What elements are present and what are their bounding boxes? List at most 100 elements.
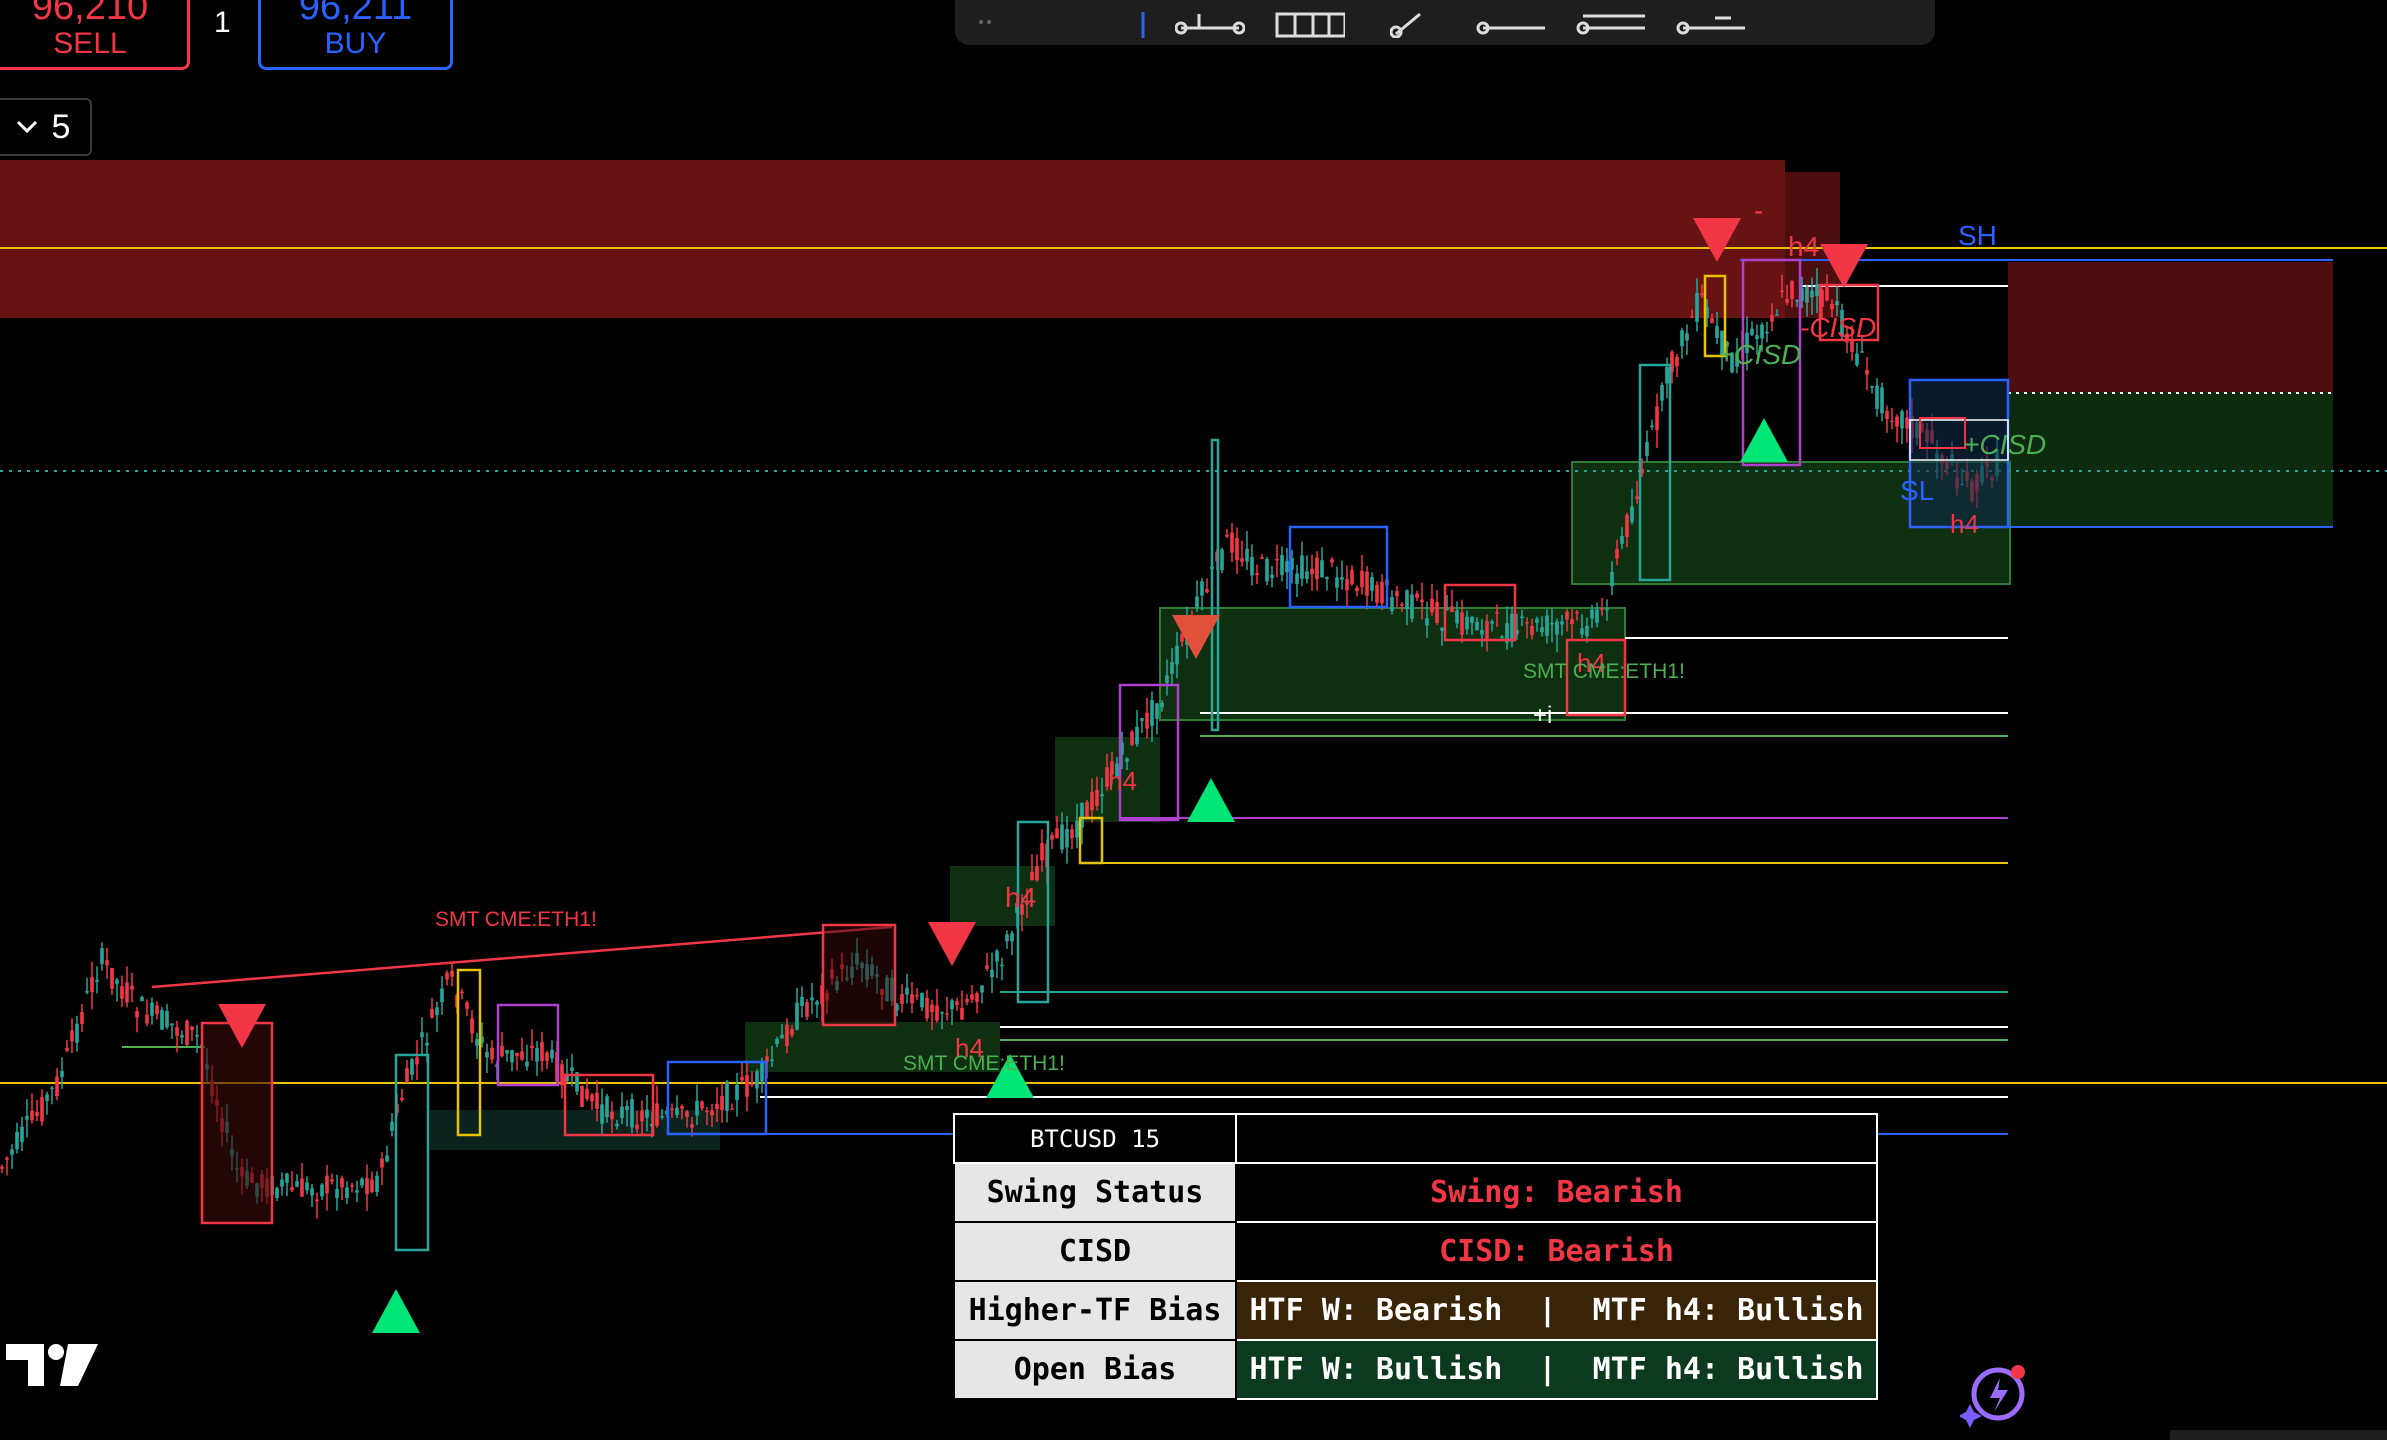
horizontal-ray-icon xyxy=(1476,21,1545,34)
candle-body xyxy=(1355,587,1359,592)
candle-body xyxy=(1050,835,1054,840)
candle-body xyxy=(1830,303,1834,310)
candle-body xyxy=(160,1010,164,1030)
candle-body xyxy=(320,1184,324,1197)
candle-body xyxy=(180,1035,184,1038)
parallel-lines-tool[interactable] xyxy=(1575,0,1645,38)
candle-body xyxy=(725,1081,729,1111)
candle-body xyxy=(1625,514,1629,537)
candle-body xyxy=(1275,558,1279,561)
candle-body xyxy=(105,960,109,966)
bars-pattern-tool[interactable] xyxy=(975,0,995,38)
candle-body xyxy=(735,1084,739,1101)
candle-body xyxy=(900,994,904,1004)
candle-body xyxy=(385,1155,389,1162)
quantity-value[interactable]: 1 xyxy=(214,6,231,40)
candle-body xyxy=(420,1032,424,1038)
buy-button[interactable]: 96,211 BUY xyxy=(258,0,453,70)
smt-label: SMT CME:ETH1! xyxy=(1523,660,1685,683)
cisd-label: +CISD xyxy=(1718,339,1801,370)
candle-body xyxy=(1220,549,1224,571)
candle-body xyxy=(175,1027,179,1036)
candle-body xyxy=(90,977,94,992)
candle-body xyxy=(1060,824,1064,850)
candle-body xyxy=(1130,731,1134,745)
candle-body xyxy=(125,982,129,1003)
bars-pattern-tool[interactable] xyxy=(1275,0,1345,38)
candle-body xyxy=(670,1108,674,1110)
candle-body xyxy=(1860,351,1864,353)
candle-body xyxy=(1195,596,1199,608)
candle-body xyxy=(530,1045,534,1049)
candle-body xyxy=(1565,611,1569,620)
sell-button[interactable]: 96,210 SELL xyxy=(0,0,190,70)
candle-body xyxy=(375,1175,379,1193)
candle-body xyxy=(1035,866,1039,881)
brush-tool[interactable] xyxy=(1375,0,1445,38)
candle-body xyxy=(1835,301,1839,306)
forecast-icon xyxy=(1676,16,1745,34)
candle-body xyxy=(1405,590,1409,610)
table-row: Higher-TF Bias HTF W: Bearish | MTF h4: … xyxy=(953,1280,1878,1341)
interval-selector[interactable]: 5 xyxy=(0,98,92,156)
candle-body xyxy=(1540,627,1544,633)
candle-body xyxy=(1135,726,1139,745)
candle-body xyxy=(1475,621,1479,631)
chevron-down-icon xyxy=(16,120,37,134)
candle-body xyxy=(1875,385,1879,409)
candle-body xyxy=(965,998,969,1003)
tradingview-logo-icon[interactable] xyxy=(6,1340,98,1390)
candle-body xyxy=(1765,331,1769,334)
candle-body xyxy=(740,1076,744,1081)
horizontal-ray-tool[interactable] xyxy=(1475,0,1545,38)
candle-body xyxy=(1895,416,1899,427)
candle-body xyxy=(1165,675,1169,683)
candle-body xyxy=(1225,534,1229,537)
candle-body xyxy=(795,1002,799,1030)
candle-body xyxy=(75,1023,79,1043)
candle-body xyxy=(1390,597,1394,611)
candle-body xyxy=(1655,406,1659,431)
interval-value: 5 xyxy=(51,107,71,146)
candle-body xyxy=(1410,594,1414,619)
candle-body xyxy=(1885,410,1889,419)
candle-body xyxy=(1580,628,1584,635)
candle-body xyxy=(580,1085,584,1107)
candle-body xyxy=(1360,570,1364,588)
candle-body xyxy=(450,970,454,977)
candle-body xyxy=(635,1124,639,1130)
candle-body xyxy=(1500,636,1504,639)
candle-body xyxy=(415,1057,419,1065)
candle-body xyxy=(475,1039,479,1046)
candle-body xyxy=(1775,314,1779,316)
row-key: Open Bias xyxy=(953,1339,1237,1400)
candle-body xyxy=(1090,792,1094,811)
drawing-toolbar xyxy=(955,0,1935,45)
candle-body xyxy=(585,1088,589,1099)
row-key: CISD xyxy=(953,1221,1237,1282)
candle-body xyxy=(1525,621,1529,624)
candle-body xyxy=(1635,496,1639,499)
candle-body xyxy=(1400,603,1404,606)
candle-body xyxy=(625,1105,629,1111)
candle-body xyxy=(705,1110,709,1113)
forecast-tool[interactable] xyxy=(1675,0,1745,38)
candle-body xyxy=(935,1005,939,1021)
ai-assistant-icon[interactable] xyxy=(1960,1360,2030,1430)
candle-body xyxy=(1270,574,1274,579)
candle-body xyxy=(1395,591,1399,597)
candle-body xyxy=(1155,703,1159,719)
candle-body xyxy=(1465,616,1469,630)
order-block-box xyxy=(821,923,897,1027)
h4-label: h4 xyxy=(1108,766,1137,796)
candle-body xyxy=(1160,702,1164,708)
candle-body xyxy=(810,997,814,1001)
candle-body xyxy=(1810,290,1814,298)
candle-body xyxy=(1585,625,1589,636)
candle-body xyxy=(1310,568,1314,575)
candle-body xyxy=(295,1181,299,1187)
table-row: Swing Status Swing: Bearish xyxy=(953,1162,1878,1223)
drag-handle-icon xyxy=(979,19,991,24)
candle-body xyxy=(1415,593,1419,598)
path-tool[interactable] xyxy=(1175,0,1245,38)
